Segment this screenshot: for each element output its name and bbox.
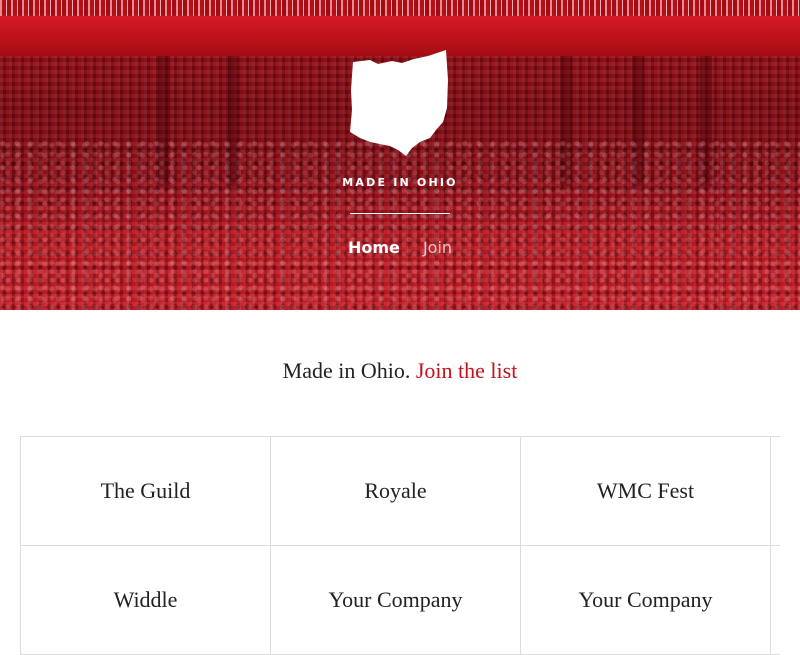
company-tile[interactable]: Widdle (20, 546, 270, 654)
nav-home-link[interactable]: Home (348, 238, 400, 257)
hero-banner: MADE IN OHIO Home Join (0, 0, 800, 310)
grid-row: The Guild Royale WMC Fest (20, 437, 780, 546)
stadium-band (0, 0, 800, 16)
brand-divider (350, 213, 450, 214)
intro-text: Made in Ohio. (282, 358, 411, 383)
join-list-link[interactable]: Join the list (416, 358, 517, 383)
company-tile[interactable]: Your Company (520, 546, 771, 654)
crowd-texture (0, 140, 800, 310)
brand-title[interactable]: MADE IN OHIO (0, 176, 800, 189)
company-grid: The Guild Royale WMC Fest Widdle Your Co… (20, 436, 780, 655)
company-tile[interactable]: WMC Fest (520, 437, 771, 545)
grid-row: Widdle Your Company Your Company (20, 546, 780, 655)
company-tile[interactable]: Royale (270, 437, 520, 545)
ohio-state-shape-icon[interactable] (350, 50, 450, 158)
main-nav: Home Join (0, 238, 800, 257)
company-tile[interactable]: Your Company (270, 546, 520, 654)
intro-tagline: Made in Ohio. Join the list (0, 358, 800, 384)
company-tile[interactable]: The Guild (20, 437, 270, 545)
nav-join-link[interactable]: Join (423, 238, 452, 257)
